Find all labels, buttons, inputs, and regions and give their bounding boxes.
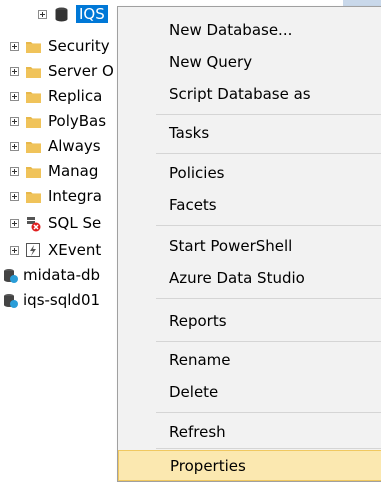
menu-item-label: Azure Data Studio xyxy=(169,269,305,287)
folder-icon xyxy=(26,166,41,178)
menu-separator xyxy=(156,341,381,342)
tree-node-server-iqs[interactable]: iqs-sqld01 xyxy=(2,289,100,311)
tree-node-label: Manag xyxy=(48,162,99,180)
expand-icon[interactable] xyxy=(38,9,47,19)
tree-node-label: Always xyxy=(48,137,101,155)
folder-icon xyxy=(26,41,41,53)
menu-item-start-powershell[interactable]: Start PowerShell xyxy=(118,231,381,261)
expand-icon[interactable] xyxy=(10,191,19,201)
menu-separator xyxy=(156,412,381,413)
tree-node-always-on[interactable]: Always xyxy=(10,135,101,157)
context-menu: New Database... New Query Script Databas… xyxy=(117,6,381,482)
database-icon xyxy=(55,7,68,21)
tree-node-label: XEvent xyxy=(48,241,102,259)
expand-icon[interactable] xyxy=(10,141,19,151)
menu-separator xyxy=(156,448,381,449)
tree-node-replication[interactable]: Replica xyxy=(10,85,102,107)
menu-item-label: Rename xyxy=(169,351,231,369)
menu-item-label: Reports xyxy=(169,312,227,330)
tree-node-sql-agent[interactable]: SQL Se xyxy=(10,212,101,234)
tree-node-database[interactable]: IQS xyxy=(38,3,108,25)
tree-node-label: Server O xyxy=(48,62,114,80)
xevent-icon xyxy=(26,242,40,257)
menu-item-label: Facets xyxy=(169,196,217,214)
tree-node-server-objects[interactable]: Server O xyxy=(10,60,114,82)
expand-icon[interactable] xyxy=(10,116,19,126)
folder-icon xyxy=(26,91,41,103)
menu-item-new-database[interactable]: New Database... xyxy=(118,15,381,45)
folder-icon xyxy=(26,66,41,78)
menu-item-delete[interactable]: Delete xyxy=(118,377,381,407)
tree-node-xevent[interactable]: XEvent xyxy=(10,239,101,261)
sql-agent-icon xyxy=(27,216,41,231)
menu-separator xyxy=(156,225,381,226)
menu-item-label: New Database... xyxy=(169,21,293,39)
tree-node-label: Replica xyxy=(48,87,103,105)
menu-item-label: New Query xyxy=(169,53,253,71)
expand-icon[interactable] xyxy=(10,41,19,51)
menu-separator xyxy=(156,114,381,115)
folder-icon xyxy=(26,141,41,153)
server-icon xyxy=(4,268,18,283)
menu-item-azure-data-studio[interactable]: Azure Data Studio xyxy=(118,263,381,293)
menu-item-rename[interactable]: Rename xyxy=(118,345,381,375)
tree-node-label: Security xyxy=(48,37,110,55)
folder-icon xyxy=(26,116,41,128)
menu-item-policies[interactable]: Policies xyxy=(118,158,381,188)
tree-node-security[interactable]: Security xyxy=(10,35,110,57)
expand-icon[interactable] xyxy=(10,218,19,228)
menu-item-label: Tasks xyxy=(169,124,210,142)
menu-item-properties[interactable]: Properties xyxy=(118,450,381,481)
menu-item-tasks[interactable]: Tasks xyxy=(118,118,381,148)
expand-icon[interactable] xyxy=(10,91,19,101)
tree-node-management[interactable]: Manag xyxy=(10,160,98,182)
expand-icon[interactable] xyxy=(10,245,19,255)
menu-item-script-database-as[interactable]: Script Database as xyxy=(118,79,381,109)
menu-item-label: Policies xyxy=(169,164,225,182)
expand-icon[interactable] xyxy=(10,166,19,176)
menu-item-label: Properties xyxy=(170,456,246,475)
menu-item-new-query[interactable]: New Query xyxy=(118,47,381,77)
tree-node-label: PolyBas xyxy=(48,112,107,130)
tree-node-integration[interactable]: Integra xyxy=(10,185,102,207)
menu-item-label: Refresh xyxy=(169,423,226,441)
menu-item-reports[interactable]: Reports xyxy=(118,306,381,336)
menu-item-label: Script Database as xyxy=(169,85,311,103)
tree-node-label: Integra xyxy=(48,187,102,205)
tree-node-server-midata[interactable]: midata-db xyxy=(2,264,100,286)
folder-icon xyxy=(26,191,41,203)
menu-separator xyxy=(156,298,381,299)
tree-node-label: SQL Se xyxy=(48,214,102,232)
menu-item-facets[interactable]: Facets xyxy=(118,190,381,220)
menu-item-label: Start PowerShell xyxy=(169,237,293,255)
tree-node-label: midata-db xyxy=(23,266,101,284)
server-icon xyxy=(4,293,18,308)
tree-node-polybase[interactable]: PolyBas xyxy=(10,110,106,132)
menu-item-label: Delete xyxy=(169,383,219,401)
expand-icon[interactable] xyxy=(10,66,19,76)
menu-item-refresh[interactable]: Refresh xyxy=(118,417,381,447)
tree-node-label: iqs-sqld01 xyxy=(23,291,101,309)
menu-separator xyxy=(156,153,381,154)
tree-node-label: IQS xyxy=(76,5,108,23)
